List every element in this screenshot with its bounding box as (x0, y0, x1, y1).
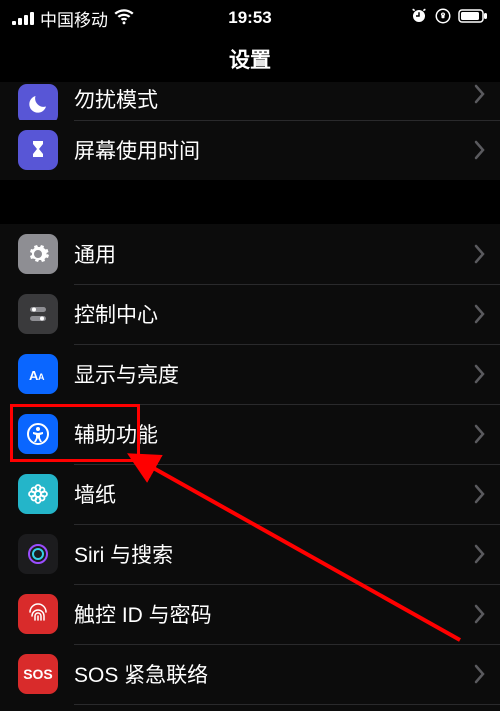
hourglass-icon (18, 130, 58, 170)
gear-icon (18, 234, 58, 274)
battery-icon (458, 8, 488, 28)
rotation-lock-icon (434, 7, 452, 30)
row-label: 墙纸 (74, 479, 474, 509)
status-right (410, 7, 488, 30)
wifi-icon (114, 6, 134, 31)
status-bar: 中国移动 19:53 (0, 0, 500, 36)
chevron-right-icon (474, 140, 486, 160)
page-title: 设置 (0, 36, 500, 82)
row-label: 控制中心 (74, 299, 474, 329)
row-label: 显示与亮度 (74, 359, 474, 389)
chevron-right-icon (474, 484, 486, 504)
chevron-right-icon (474, 604, 486, 624)
chevron-right-icon (474, 664, 486, 684)
chevron-right-icon (474, 244, 486, 264)
chevron-right-icon (474, 544, 486, 564)
status-left: 中国移动 (12, 6, 134, 31)
carrier-label: 中国移动 (40, 6, 108, 31)
signal-icon (12, 11, 34, 25)
chevron-right-icon (474, 84, 486, 104)
row-control-center[interactable]: 控制中心 (0, 284, 500, 344)
sos-text: SOS (23, 666, 53, 682)
fingerprint-icon (18, 594, 58, 634)
row-touch-id-passcode[interactable]: 触控 ID 与密码 (0, 584, 500, 644)
row-label: 辅助功能 (74, 419, 474, 449)
chevron-right-icon (474, 364, 486, 384)
row-screen-time[interactable]: 屏幕使用时间 (0, 120, 500, 180)
row-do-not-disturb[interactable]: 勿扰模式 (0, 82, 500, 120)
status-time: 19:53 (228, 8, 271, 28)
row-siri-search[interactable]: Siri 与搜索 (0, 524, 500, 584)
chevron-right-icon (474, 304, 486, 324)
moon-icon (18, 84, 58, 120)
row-accessibility[interactable]: 辅助功能 (0, 404, 500, 464)
sos-icon: SOS (18, 654, 58, 694)
row-battery[interactable]: 电池 (0, 704, 500, 711)
text-size-icon: AA (18, 354, 58, 394)
svg-text:A: A (38, 372, 45, 382)
row-wallpaper[interactable]: 墙纸 (0, 464, 500, 524)
row-emergency-sos[interactable]: SOS SOS 紧急联络 (0, 644, 500, 704)
settings-list: 勿扰模式 屏幕使用时间 通用 控制中心 AA 显示与亮度 (0, 82, 500, 711)
flower-icon (18, 474, 58, 514)
row-label: 勿扰模式 (74, 84, 474, 114)
siri-icon (18, 534, 58, 574)
chevron-right-icon (474, 424, 486, 444)
row-label: 通用 (74, 239, 474, 269)
row-label: SOS 紧急联络 (74, 659, 474, 689)
switches-icon (18, 294, 58, 334)
alarm-icon (410, 7, 428, 30)
row-label: Siri 与搜索 (74, 539, 474, 569)
group-separator (0, 180, 500, 224)
accessibility-icon (18, 414, 58, 454)
row-display-brightness[interactable]: AA 显示与亮度 (0, 344, 500, 404)
row-label: 触控 ID 与密码 (74, 599, 474, 629)
row-general[interactable]: 通用 (0, 224, 500, 284)
row-label: 屏幕使用时间 (74, 135, 474, 165)
